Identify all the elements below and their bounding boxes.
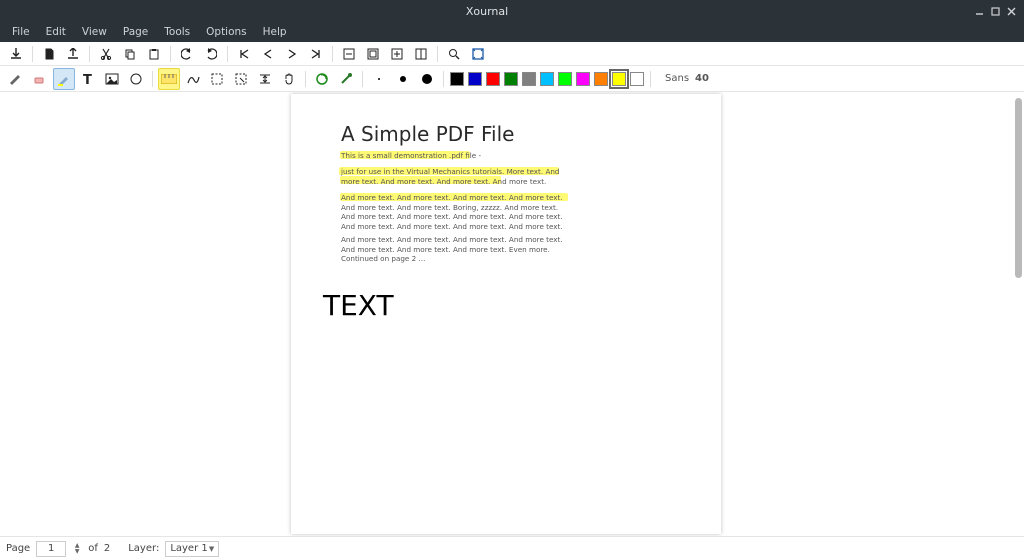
page-spinner[interactable]: ▲▼ [72,543,82,555]
vertical-space[interactable] [254,68,276,90]
text-annotation[interactable]: TEXT [323,289,394,322]
of-label: of [88,543,98,554]
save-button[interactable] [6,44,26,64]
menu-help[interactable]: Help [255,24,295,40]
zoom-out-button[interactable] [339,44,359,64]
image-tool[interactable] [101,68,123,90]
document-paragraph: And more text. And more text. And more t… [341,193,569,232]
color-blue[interactable] [468,72,482,86]
thickness-fine[interactable] [368,68,390,90]
color-gray[interactable] [522,72,536,86]
separator [650,71,651,87]
select-region[interactable] [206,68,228,90]
separator [152,71,153,87]
scrollbar-thumb[interactable] [1015,98,1022,278]
color-lightblue[interactable] [540,72,554,86]
select-rectangle[interactable] [230,68,252,90]
document-title: A Simple PDF File [341,122,514,146]
menu-edit[interactable]: Edit [38,24,74,40]
vertical-scrollbar[interactable] [1014,92,1022,536]
highlighter-tool[interactable] [53,68,75,90]
zoom-width-button[interactable] [411,44,431,64]
menu-tools[interactable]: Tools [156,24,198,40]
ruler-option[interactable] [158,68,180,90]
document-paragraph: just for use in the Virtual Mechanics tu… [341,167,569,186]
separator [332,46,333,62]
page-label: Page [6,543,30,554]
menu-page[interactable]: Page [115,24,156,40]
thickness-medium[interactable] [392,68,414,90]
separator [362,71,363,87]
line-style[interactable] [335,68,357,90]
font-size-label[interactable]: 40 [695,73,709,84]
shapes-tool[interactable] [125,68,147,90]
minimize-button[interactable] [974,6,984,16]
color-yellow[interactable] [612,72,626,86]
color-orange[interactable] [594,72,608,86]
zoom-fit-button[interactable] [363,44,383,64]
prev-page-button[interactable] [258,44,278,64]
chevron-down-icon: ▼ [72,549,82,555]
menu-view[interactable]: View [74,24,115,40]
separator [89,46,90,62]
next-page-button[interactable] [282,44,302,64]
font-family-label[interactable]: Sans [665,73,689,84]
eraser-tool[interactable] [29,68,51,90]
menu-options[interactable]: Options [198,24,255,40]
app-title: Xournal [0,5,974,18]
chevron-down-icon: ▼ [209,545,214,553]
color-lightgreen[interactable] [558,72,572,86]
layer-label: Layer: [128,543,159,554]
copy-button[interactable] [120,44,140,64]
last-page-button[interactable] [306,44,326,64]
thickness-thick[interactable] [416,68,438,90]
document-paragraph: And more text. And more text. And more t… [341,235,569,264]
color-magenta[interactable] [576,72,590,86]
zoom-in-button[interactable] [387,44,407,64]
layer-dropdown[interactable]: Layer 1 ▼ [165,541,219,557]
pen-tool[interactable] [5,68,27,90]
total-pages: 2 [104,543,110,554]
first-page-button[interactable] [234,44,254,64]
paste-button[interactable] [144,44,164,64]
title-bar: Xournal [0,0,1024,22]
separator [32,46,33,62]
separator [437,46,438,62]
new-button[interactable] [39,44,59,64]
menu-bar: File Edit View Page Tools Options Help [0,22,1024,42]
separator [227,46,228,62]
status-bar: Page 1 ▲▼ of 2 Layer: Layer 1 ▼ [0,536,1024,560]
menu-file[interactable]: File [4,24,38,40]
text-tool[interactable]: T [77,68,99,90]
separator [443,71,444,87]
document-page[interactable]: A Simple PDF File This is a small demons… [291,94,721,534]
cut-button[interactable] [96,44,116,64]
separator [170,46,171,62]
fullscreen-button[interactable] [468,44,488,64]
redo-button[interactable] [201,44,221,64]
default-tool[interactable] [311,68,333,90]
canvas-area[interactable]: A Simple PDF File This is a small demons… [0,92,1024,536]
page-number-input[interactable]: 1 [36,541,66,557]
color-black[interactable] [450,72,464,86]
document-paragraph: This is a small demonstration .pdf file … [341,151,569,161]
color-red[interactable] [486,72,500,86]
svg-text:T: T [83,73,92,86]
shape-recognizer[interactable] [182,68,204,90]
separator [305,71,306,87]
maximize-button[interactable] [990,6,1000,16]
color-green[interactable] [504,72,518,86]
tools-toolbar: T Sans 40 [0,66,1024,92]
main-toolbar [0,42,1024,66]
color-white[interactable] [630,72,644,86]
zoom-tool-button[interactable] [444,44,464,64]
open-button[interactable] [63,44,83,64]
hand-tool[interactable] [278,68,300,90]
close-button[interactable] [1006,6,1016,16]
undo-button[interactable] [177,44,197,64]
